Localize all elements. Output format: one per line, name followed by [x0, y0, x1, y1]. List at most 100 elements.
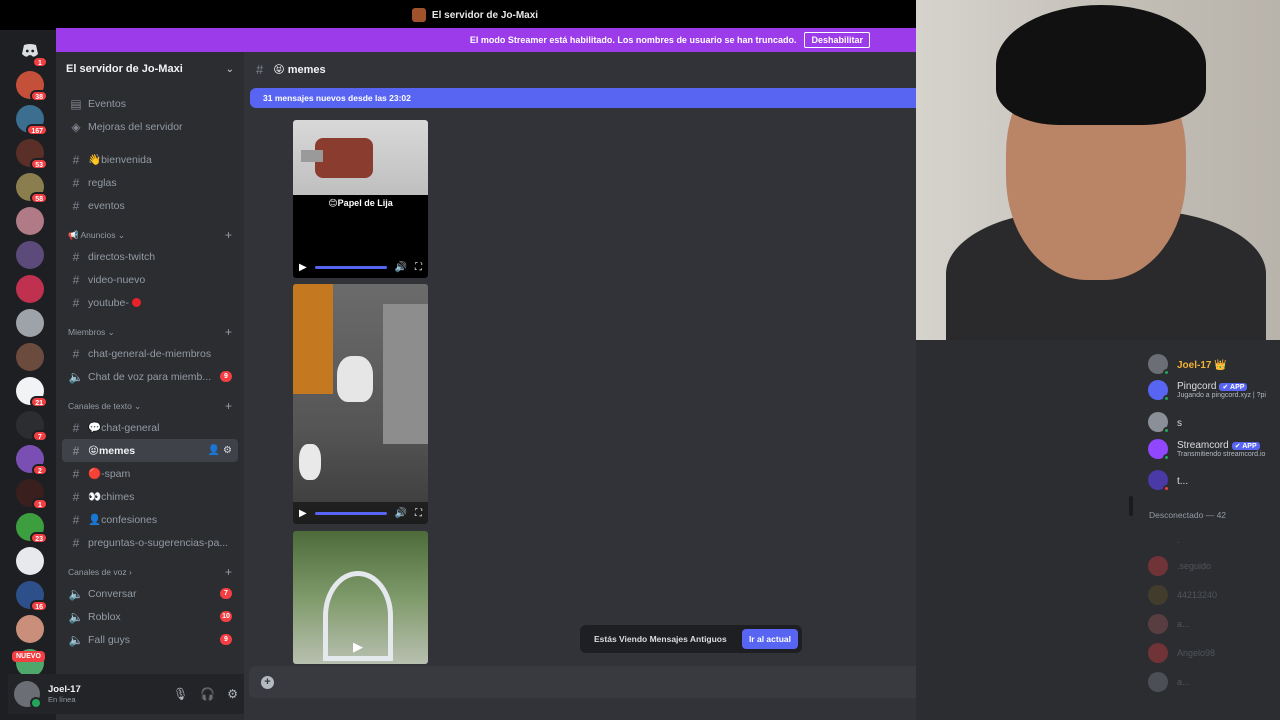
video-attachment[interactable]: ▶: [293, 531, 428, 664]
channel-confesiones[interactable]: # 👤confesiones: [62, 508, 238, 531]
channel-reglas[interactable]: # reglas: [62, 171, 238, 194]
gear-icon[interactable]: ⚙: [227, 687, 238, 701]
server-icon[interactable]: [16, 241, 44, 269]
scrollbar-thumb[interactable]: [1129, 496, 1133, 516]
channel-directos-twitch[interactable]: # directos-twitch: [62, 245, 238, 268]
category-miembros[interactable]: Miembros ⌄ +: [62, 322, 238, 342]
streamer-mode-message: El modo Streamer está habilitado. Los no…: [469, 35, 797, 45]
voice-channel-roblox[interactable]: 🔈 Roblox 10: [62, 605, 238, 628]
old-messages-bar: Estás Viendo Mensajes Antiguos Ir al act…: [580, 625, 802, 653]
member-item-offline[interactable]: a...: [1148, 614, 1190, 634]
channel-label: 🔴-spam: [88, 468, 131, 480]
video-thumbnail: [293, 284, 428, 499]
avatar[interactable]: [14, 681, 42, 709]
member-item-offline[interactable]: Angelo98: [1148, 643, 1215, 663]
volume-icon[interactable]: 🔊: [395, 262, 407, 273]
play-icon[interactable]: ▶: [299, 508, 307, 519]
sidebar-item-boosts[interactable]: ◈ Mejoras del servidor: [62, 115, 238, 138]
add-channel-icon[interactable]: +: [225, 325, 232, 339]
channel-spam[interactable]: # 🔴-spam: [62, 462, 238, 485]
notification-badge: 1: [32, 56, 48, 68]
hash-icon: #: [256, 61, 264, 77]
channel-label: preguntas-o-sugerencias-pa...: [88, 536, 229, 549]
server-icon[interactable]: 53: [16, 139, 48, 170]
new-servers-pill[interactable]: NUEVO: [12, 651, 45, 662]
member-item[interactable]: Streamcord ✔ APP Transmitiendo streamcord.…: [1148, 439, 1265, 461]
voice-channel-fall-guys[interactable]: 🔈 Fall guys 9: [62, 628, 238, 651]
voice-channel-miembros[interactable]: 🔈 Chat de voz para miemb... 9: [62, 365, 238, 388]
server-icon[interactable]: 38: [16, 71, 48, 102]
channel-memes[interactable]: # 😝memes 👤 ⚙: [62, 439, 238, 462]
play-icon[interactable]: ▶: [299, 262, 307, 273]
channel-label: reglas: [88, 176, 117, 189]
server-icon[interactable]: [16, 275, 44, 303]
notification-badge: 23: [30, 532, 48, 544]
channel-chat-general[interactable]: # 💬chat-general: [62, 416, 238, 439]
video-progress[interactable]: [314, 511, 387, 515]
server-icon[interactable]: 7: [16, 411, 48, 442]
member-item[interactable]: Pingcord ✔ APP Jugando a pingcord.xyz | ?p…: [1148, 380, 1266, 402]
server-header[interactable]: El servidor de Jo-Maxi ⌄: [56, 52, 244, 86]
webcam-overlay: [916, 0, 1280, 340]
member-item[interactable]: t...: [1148, 470, 1188, 492]
channel-preguntas[interactable]: # preguntas-o-sugerencias-pa...: [62, 531, 238, 554]
channel-label: eventos: [88, 199, 125, 212]
add-channel-icon[interactable]: +: [225, 228, 232, 242]
sidebar-item-events[interactable]: ▤ Eventos: [62, 92, 238, 115]
server-icon[interactable]: [16, 309, 44, 337]
server-icon[interactable]: [16, 615, 44, 643]
channel-youtube[interactable]: # youtube-: [62, 291, 238, 314]
server-icon[interactable]: 58: [16, 173, 48, 204]
member-item[interactable]: Joel-17 👑: [1148, 354, 1227, 376]
fullscreen-icon[interactable]: ⛶: [415, 508, 422, 519]
server-icon[interactable]: 1: [16, 479, 48, 510]
voice-channel-conversar[interactable]: 🔈 Conversar 7: [62, 582, 238, 605]
channel-chimes[interactable]: # 👀chimes: [62, 485, 238, 508]
server-icon[interactable]: 16: [16, 581, 48, 612]
boost-icon: ◈: [71, 119, 81, 134]
category-texto[interactable]: Canales de texto ⌄ +: [62, 396, 238, 416]
channel-bienvenida[interactable]: # 👋bienvenida: [62, 148, 238, 171]
channel-label: 😝memes: [88, 444, 136, 457]
microphone-icon[interactable]: 🎙: [173, 687, 188, 701]
add-member-icon[interactable]: 👤: [208, 445, 220, 456]
category-label: Canales de voz: [68, 567, 127, 577]
member-item[interactable]: s: [1148, 412, 1182, 434]
add-channel-icon[interactable]: +: [225, 399, 232, 413]
calendar-icon: ▤: [70, 96, 82, 111]
headphones-icon[interactable]: 🎧: [200, 687, 215, 701]
video-progress[interactable]: [314, 265, 387, 269]
member-item-offline[interactable]: .seguido: [1148, 556, 1211, 576]
avatar: [1148, 585, 1168, 605]
video-attachment[interactable]: 😊Papel de Lija ▶ 🔊 ⛶: [293, 120, 428, 278]
member-item-offline[interactable]: a...: [1148, 672, 1190, 692]
server-icon[interactable]: 21: [16, 377, 48, 408]
member-item-offline[interactable]: .: [1148, 530, 1180, 550]
server-icon[interactable]: 167: [16, 105, 48, 136]
server-icon[interactable]: [16, 207, 44, 235]
member-item-offline[interactable]: 44213240: [1148, 585, 1217, 605]
category-anuncios[interactable]: 📢 Anuncios ⌄ +: [62, 225, 238, 245]
channel-eventos[interactable]: # eventos: [62, 194, 238, 217]
server-icon[interactable]: 2: [16, 445, 48, 476]
discord-home-icon[interactable]: 1: [16, 37, 48, 68]
member-count-badge: 7: [220, 588, 232, 599]
server-icon[interactable]: [16, 547, 44, 575]
jump-to-present-button[interactable]: Ir al actual: [741, 629, 798, 649]
disable-streamer-button[interactable]: Deshabilitar: [804, 32, 870, 48]
add-attachment-icon[interactable]: +: [261, 675, 274, 689]
gear-icon[interactable]: ⚙: [223, 445, 232, 456]
add-channel-icon[interactable]: +: [225, 565, 232, 579]
channel-chat-general-miembros[interactable]: # chat-general-de-miembros: [62, 342, 238, 365]
channel-video-nuevo[interactable]: # video-nuevo: [62, 268, 238, 291]
avatar: [1148, 439, 1170, 461]
server-icon[interactable]: 23: [16, 513, 48, 544]
notification-badge: 16: [30, 600, 48, 612]
new-messages-bar[interactable]: 31 mensajes nuevos desde las 23:02: [250, 88, 916, 108]
volume-icon[interactable]: 🔊: [395, 508, 407, 519]
server-icon[interactable]: [16, 343, 44, 371]
video-attachment[interactable]: ▶ 🔊 ⛶: [293, 284, 428, 524]
category-voz[interactable]: Canales de voz › +: [62, 562, 238, 582]
play-icon[interactable]: ▶: [353, 639, 363, 655]
fullscreen-icon[interactable]: ⛶: [415, 262, 422, 273]
